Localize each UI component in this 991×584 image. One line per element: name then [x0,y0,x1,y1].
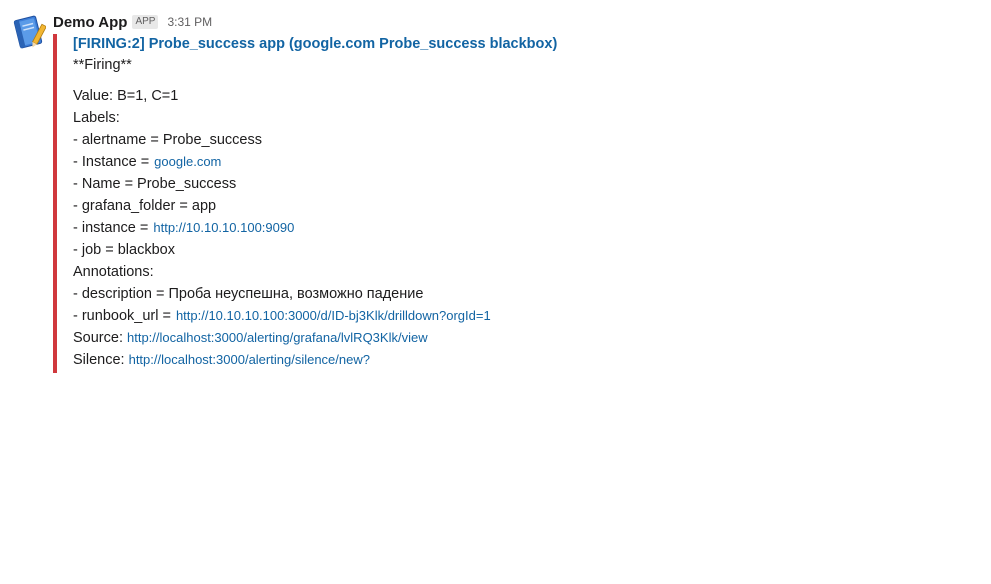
label-instance-url: - instance = http://10.10.10.100:9090 [73,217,773,239]
message-timestamp[interactable]: 3:31 PM [167,15,212,29]
silence-line: Silence: http://localhost:3000/alerting/s… [73,349,773,371]
label-grafana-folder: - grafana_folder = app [73,198,217,214]
source-line: Source: http://localhost:3000/alerting/gr… [73,327,773,349]
annotation-description: - description = Проба неуспешна, возможн… [73,286,424,302]
label-alertname: - alertname = Probe_success [73,132,262,148]
label-name: - Name = Probe_success [73,176,237,192]
app-badge: APP [132,15,159,29]
label-job: - job = blackbox [73,242,175,258]
message-content: Demo App APP 3:31 PM [FIRING:2] Probe_su… [53,12,953,373]
value-line: Value: B=1, C=1 [73,88,179,104]
attachment-body: Value: B=1, C=1 Labels: - alertname = Pr… [73,85,773,371]
annotations-heading: Annotations: [73,264,154,280]
annotation-runbook-prefix: - runbook_url = [73,308,171,324]
silence-link[interactable]: http://localhost:3000/alerting/silence/n… [129,352,370,367]
annotation-runbook: - runbook_url = http://10.10.10.100:3000/… [73,305,773,327]
silence-prefix: Silence: [73,352,125,368]
message-header: Demo App APP 3:31 PM [53,12,953,32]
label-instance-prefix: - Instance = [73,154,150,170]
runbook-link[interactable]: http://10.10.10.100:3000/d/ID-bj3Klk/dri… [176,308,491,323]
attachment-title-link[interactable]: [FIRING:2] Probe_success app (google.com… [73,34,773,54]
source-prefix: Source: [73,330,123,346]
label-instance: - Instance = google.com [73,151,773,173]
label-instance-link[interactable]: google.com [154,154,221,169]
label-instance-url-link[interactable]: http://10.10.10.100:9090 [153,220,294,235]
labels-heading: Labels: [73,110,120,126]
firing-text: **Firing** [73,57,132,73]
label-instance-url-prefix: - instance = [73,220,149,236]
alert-attachment: [FIRING:2] Probe_success app (google.com… [53,34,773,373]
sender-name[interactable]: Demo App [53,14,127,31]
blue-notebook-icon[interactable] [10,14,47,50]
source-link[interactable]: http://localhost:3000/alerting/grafana/l… [127,330,428,345]
